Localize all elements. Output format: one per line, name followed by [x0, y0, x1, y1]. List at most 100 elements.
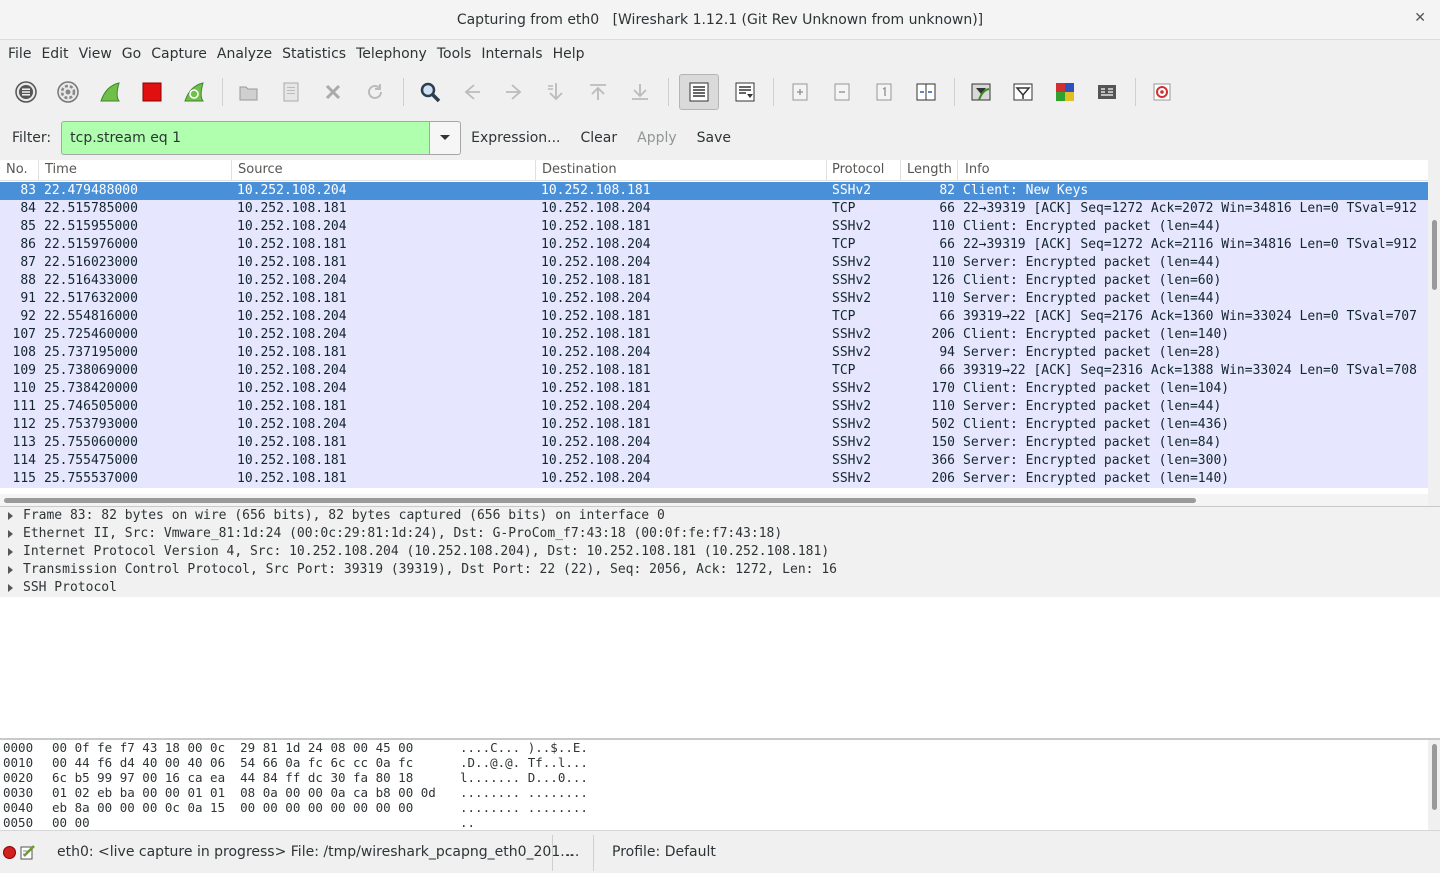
scrollbar-thumb[interactable] — [4, 498, 1196, 503]
table-row[interactable]: 111 25.746505000 10.252.108.181 10.252.108.… — [0, 398, 1428, 416]
start-capture-icon[interactable] — [94, 76, 126, 108]
expander-arrow-icon[interactable] — [8, 530, 13, 538]
packet-time: 25.753793000 — [44, 417, 138, 432]
bytes-vertical-scrollbar[interactable] — [1428, 740, 1440, 830]
column-header-length[interactable]: Length — [907, 162, 952, 177]
table-row[interactable]: 91 22.517632000 10.252.108.181 10.252.108.2… — [0, 290, 1428, 308]
capture-filters-icon[interactable] — [965, 76, 997, 108]
auto-scroll-icon[interactable] — [729, 76, 761, 108]
menu-tools[interactable]: Tools — [437, 46, 480, 62]
table-row[interactable]: 86 22.515976000 10.252.108.181 10.252.108.2… — [0, 236, 1428, 254]
apply-button[interactable]: Apply — [637, 130, 677, 146]
menu-edit[interactable]: Edit — [41, 46, 76, 62]
save-filter-button[interactable]: Save — [697, 130, 731, 146]
tree-item[interactable]: Ethernet II, Src: Vmware_81:1d:24 (00:0c… — [0, 525, 1440, 543]
expander-arrow-icon[interactable] — [8, 566, 13, 574]
tree-item[interactable]: Internet Protocol Version 4, Src: 10.252… — [0, 543, 1440, 561]
packet-info: Client: Encrypted packet (len=140) — [963, 327, 1230, 342]
resize-columns-icon[interactable] — [910, 76, 942, 108]
window-title: Capturing from eth0 [Wireshark 1.12.1 (G… — [457, 12, 983, 28]
profile-status[interactable]: Profile: Default — [612, 844, 716, 860]
menu-file[interactable]: File — [8, 46, 39, 62]
menu-help[interactable]: Help — [553, 46, 593, 62]
reload-icon[interactable] — [359, 76, 391, 108]
coloring-rules-icon[interactable] — [1049, 76, 1081, 108]
go-back-icon[interactable] — [456, 76, 488, 108]
go-first-icon[interactable] — [582, 76, 614, 108]
filter-dropdown-button[interactable] — [429, 121, 462, 155]
title-bar: Capturing from eth0 [Wireshark 1.12.1 (G… — [0, 0, 1440, 40]
close-icon[interactable]: ✕ — [1414, 10, 1426, 26]
hex-offset: 0040 — [3, 800, 34, 815]
normal-size-icon[interactable] — [868, 76, 900, 108]
clear-button[interactable]: Clear — [581, 130, 618, 146]
options-icon[interactable] — [52, 76, 84, 108]
menu-internals[interactable]: Internals — [481, 46, 550, 62]
column-header-time[interactable]: Time — [45, 162, 77, 177]
interfaces-icon[interactable] — [10, 76, 42, 108]
expander-arrow-icon[interactable] — [8, 548, 13, 556]
column-header-info[interactable]: Info — [965, 162, 990, 177]
save-file-icon[interactable] — [275, 76, 307, 108]
table-row[interactable]: 85 22.515955000 10.252.108.204 10.252.108.1… — [0, 218, 1428, 236]
menu-go[interactable]: Go — [122, 46, 149, 62]
menu-statistics[interactable]: Statistics — [282, 46, 354, 62]
expression-button[interactable]: Expression... — [471, 130, 560, 146]
column-header-destination[interactable]: Destination — [542, 162, 617, 177]
expander-arrow-icon[interactable] — [8, 512, 13, 520]
tree-item[interactable]: SSH Protocol — [0, 579, 1440, 597]
display-filter-input[interactable]: tcp.stream eq 1 — [61, 121, 430, 155]
packet-length: 66 — [939, 363, 955, 378]
packet-list-vertical-scrollbar[interactable] — [1428, 160, 1440, 506]
menu-telephony[interactable]: Telephony — [356, 46, 435, 62]
table-row[interactable]: 108 25.737195000 10.252.108.181 10.252.108.… — [0, 344, 1428, 362]
tree-item[interactable]: Frame 83: 82 bytes on wire (656 bits), 8… — [0, 507, 1440, 525]
column-header-protocol[interactable]: Protocol — [832, 162, 884, 177]
comment-icon[interactable] — [20, 844, 36, 864]
stop-capture-icon[interactable] — [136, 76, 168, 108]
packet-source: 10.252.108.181 — [237, 471, 347, 486]
packet-number: 84 — [20, 201, 36, 216]
toolbar-separator — [773, 78, 774, 106]
capture-status-icon[interactable] — [3, 846, 16, 859]
display-filters-icon[interactable] — [1007, 76, 1039, 108]
table-row[interactable]: 92 22.554816000 10.252.108.204 10.252.108.1… — [0, 308, 1428, 326]
close-file-icon[interactable] — [317, 76, 349, 108]
help-icon[interactable] — [1146, 76, 1178, 108]
table-row[interactable]: 115 25.755537000 10.252.108.181 10.252.108.… — [0, 470, 1428, 488]
find-packet-icon[interactable] — [414, 76, 446, 108]
zoom-out-icon[interactable] — [826, 76, 858, 108]
go-to-packet-icon[interactable] — [540, 76, 572, 108]
column-header-no[interactable]: No. — [6, 162, 28, 177]
menu-capture[interactable]: Capture — [151, 46, 215, 62]
scrollbar-thumb[interactable] — [1432, 220, 1437, 290]
zoom-in-icon[interactable] — [784, 76, 816, 108]
go-last-icon[interactable] — [624, 76, 656, 108]
scrollbar-thumb[interactable] — [1432, 744, 1437, 810]
menu-view[interactable]: View — [79, 46, 120, 62]
open-file-icon[interactable] — [233, 76, 265, 108]
table-row[interactable]: 84 22.515785000 10.252.108.181 10.252.108.2… — [0, 200, 1428, 218]
table-row[interactable]: 113 25.755060000 10.252.108.181 10.252.108.… — [0, 434, 1428, 452]
table-row[interactable]: 109 25.738069000 10.252.108.204 10.252.108.… — [0, 362, 1428, 380]
packet-list-horizontal-scrollbar[interactable] — [0, 494, 1428, 506]
table-row-selected[interactable]: 83 22.479488000 10.252.108.204 10.252.108.1… — [0, 182, 1428, 200]
restart-capture-icon[interactable] — [178, 76, 210, 108]
packet-number: 108 — [12, 345, 36, 360]
table-row[interactable]: 110 25.738420000 10.252.108.204 10.252.108.… — [0, 380, 1428, 398]
packet-protocol: TCP — [832, 363, 856, 378]
tree-item[interactable]: Transmission Control Protocol, Src Port:… — [0, 561, 1440, 579]
table-row[interactable]: 107 25.725460000 10.252.108.204 10.252.108.… — [0, 326, 1428, 344]
expander-arrow-icon[interactable] — [8, 584, 13, 592]
preferences-icon[interactable] — [1091, 76, 1123, 108]
column-header-source[interactable]: Source — [238, 162, 283, 177]
hex-ascii: ........ ........ — [460, 800, 588, 815]
go-forward-icon[interactable] — [498, 76, 530, 108]
table-row[interactable]: 114 25.755475000 10.252.108.181 10.252.108.… — [0, 452, 1428, 470]
packet-number: 92 — [20, 309, 36, 324]
colorize-icon[interactable] — [679, 74, 719, 110]
table-row[interactable]: 112 25.753793000 10.252.108.204 10.252.108.… — [0, 416, 1428, 434]
menu-analyze[interactable]: Analyze — [217, 46, 280, 62]
table-row[interactable]: 87 22.516023000 10.252.108.181 10.252.108.2… — [0, 254, 1428, 272]
table-row[interactable]: 88 22.516433000 10.252.108.204 10.252.108.1… — [0, 272, 1428, 290]
